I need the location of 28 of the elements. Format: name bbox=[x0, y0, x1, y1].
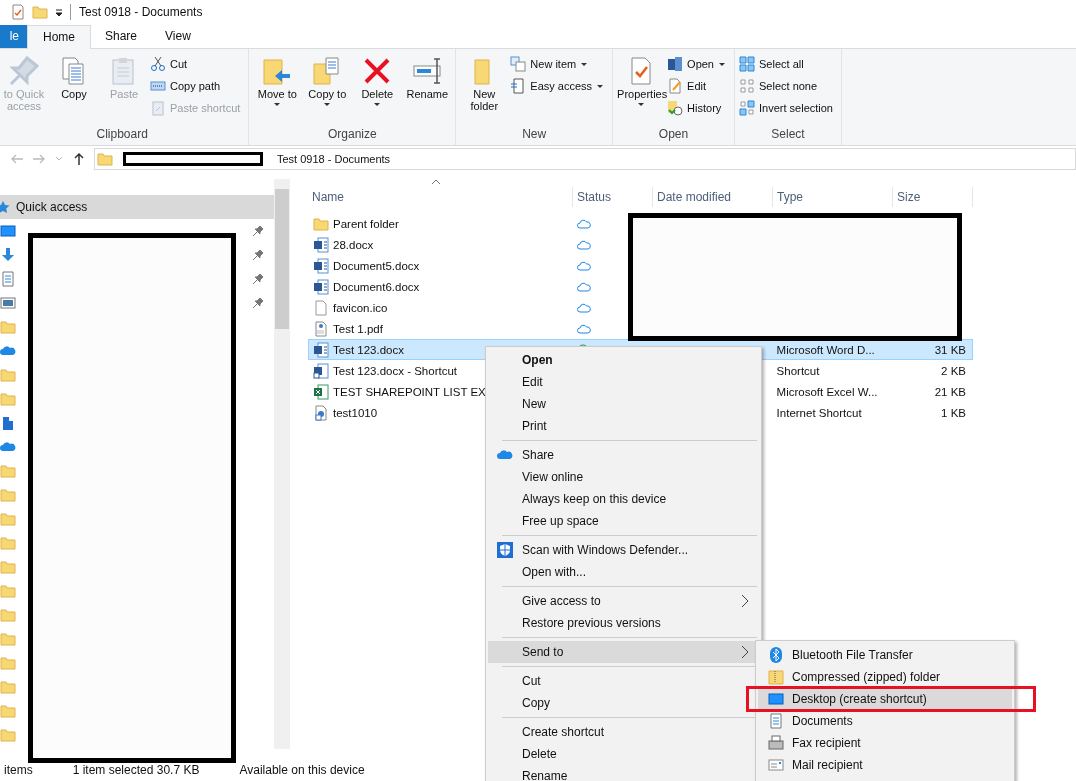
address-path: Test 0918 - Documents bbox=[277, 153, 391, 165]
file-size: 1 KB bbox=[941, 406, 966, 419]
file-size: 31 KB bbox=[934, 343, 966, 356]
group-label: Open bbox=[657, 127, 690, 143]
file-name: Document6.docx bbox=[333, 280, 420, 293]
file-name: test1010 bbox=[333, 406, 378, 419]
file-name: Document5.docx bbox=[333, 259, 420, 272]
file-size: 2 KB bbox=[941, 364, 966, 377]
file-name: Test 1.pdf bbox=[333, 322, 383, 335]
status-text: items bbox=[4, 763, 33, 777]
file-name: 28.docx bbox=[333, 238, 374, 251]
file-type: Microsoft Excel W... bbox=[776, 385, 878, 398]
group-label: Clipboard bbox=[95, 127, 149, 143]
file-name: TEST SHAREPOINT LIST EX bbox=[333, 385, 486, 398]
window-title: Test 0918 - Documents bbox=[79, 5, 203, 19]
file-name: favicon.ico bbox=[333, 301, 388, 314]
group-label: Organize bbox=[326, 127, 378, 143]
file-type: Internet Shortcut bbox=[776, 406, 862, 419]
file-type: Microsoft Word D... bbox=[776, 343, 875, 356]
file-name: Test 123.docx bbox=[333, 343, 404, 356]
file-name: Parent folder bbox=[333, 217, 399, 230]
group-label: New bbox=[521, 127, 548, 143]
status-text: 1 item selected 30.7 KB bbox=[72, 763, 200, 777]
file-size: 21 KB bbox=[934, 385, 966, 398]
status-text: Available on this device bbox=[239, 763, 365, 777]
file-name: Test 123.docx - Shortcut bbox=[333, 364, 457, 377]
group-label: Select bbox=[770, 127, 806, 143]
file-type: Shortcut bbox=[776, 364, 820, 377]
